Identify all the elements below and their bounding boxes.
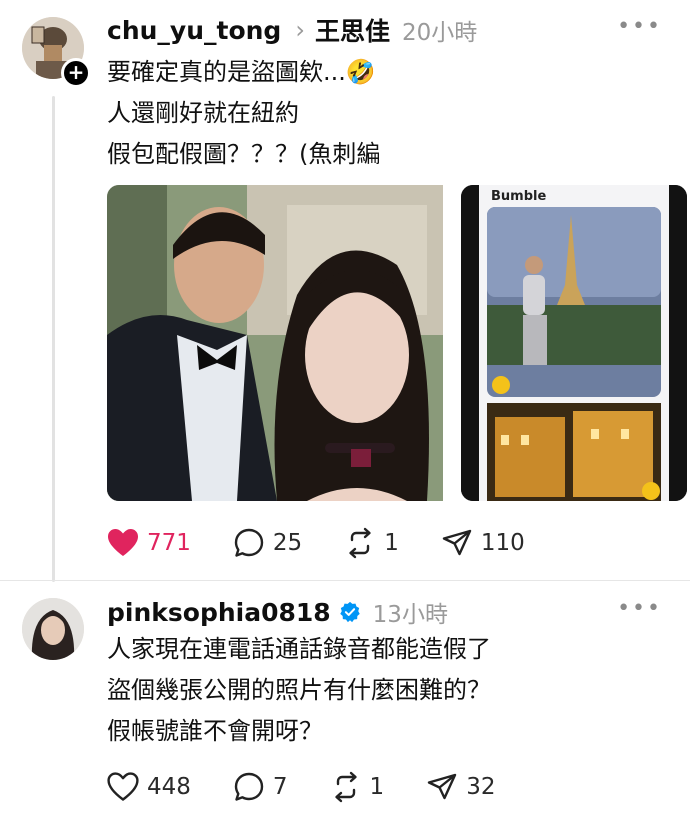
comment-icon bbox=[234, 528, 264, 557]
avatar-pinksophia0818[interactable] bbox=[22, 598, 84, 660]
repost-icon bbox=[334, 771, 357, 803]
timestamp: 13小時 bbox=[372, 602, 448, 628]
heart-filled-icon bbox=[108, 529, 138, 556]
reply-button[interactable]: 25 bbox=[233, 525, 302, 561]
thread-post-1: + chu_yu_tong › 王思佳 20小時 ••• 要確定真的是盜圖欸..… bbox=[0, 0, 690, 582]
repost-count: 1 bbox=[369, 774, 385, 800]
selfie-photo[interactable] bbox=[107, 185, 443, 501]
reply-count: 25 bbox=[272, 530, 303, 556]
post-actions: 448 7 1 32 bbox=[107, 769, 537, 805]
send-icon bbox=[427, 773, 457, 800]
like-button[interactable]: 771 bbox=[107, 525, 191, 561]
post-header: pinksophia0818 13小時 bbox=[107, 594, 448, 630]
repost-icon bbox=[349, 527, 371, 559]
thread-post-2: pinksophia0818 13小時 ••• 人家現在連電話通話錄音都能造假了… bbox=[0, 580, 690, 838]
bumble-screenshot[interactable]: Bumble bbox=[461, 185, 687, 501]
timestamp: 20小時 bbox=[401, 20, 478, 46]
more-options-icon[interactable]: ••• bbox=[617, 14, 662, 39]
repost-button[interactable]: 1 bbox=[344, 525, 399, 561]
reply-count: 7 bbox=[272, 774, 288, 800]
post-text: 人家現在連電話通話錄音都能造假了 盜個幾張公開的照片有什麼困難的？ 假帳號誰不會… bbox=[107, 635, 491, 745]
post-header: chu_yu_tong › 王思佳 20小時 bbox=[107, 12, 477, 48]
more-options-icon[interactable]: ••• bbox=[617, 596, 662, 621]
share-count: 32 bbox=[466, 774, 496, 800]
reply-button[interactable]: 7 bbox=[233, 769, 288, 805]
like-count: 448 bbox=[147, 774, 191, 800]
username[interactable]: chu_yu_tong bbox=[107, 16, 281, 45]
bumble-label: Bumble bbox=[491, 189, 547, 204]
username[interactable]: pinksophia0818 bbox=[107, 598, 331, 627]
share-button[interactable]: 32 bbox=[426, 769, 495, 805]
repost-button[interactable]: 1 bbox=[330, 769, 385, 805]
reply-to-username[interactable]: 王思佳 bbox=[315, 12, 390, 48]
verified-badge-icon bbox=[339, 601, 360, 623]
heart-outline-icon bbox=[107, 772, 139, 801]
post-actions: 771 25 1 110 bbox=[107, 525, 567, 561]
send-icon bbox=[442, 529, 472, 556]
post-media-carousel[interactable]: Bumble bbox=[107, 185, 687, 501]
share-count: 110 bbox=[480, 530, 525, 556]
thread-connector-line bbox=[52, 96, 55, 582]
repost-count: 1 bbox=[384, 530, 399, 556]
post-text: 要確定真的是盜圖欸...🤣 人還剛好就在紐約 假包配假圖？？？(魚刺編 bbox=[107, 58, 381, 168]
share-button[interactable]: 110 bbox=[441, 525, 525, 561]
chevron-right-icon: › bbox=[295, 16, 305, 44]
like-count: 771 bbox=[147, 530, 191, 556]
comment-icon bbox=[234, 772, 264, 801]
like-button[interactable]: 448 bbox=[107, 769, 191, 805]
follow-plus-icon[interactable]: + bbox=[61, 58, 91, 88]
